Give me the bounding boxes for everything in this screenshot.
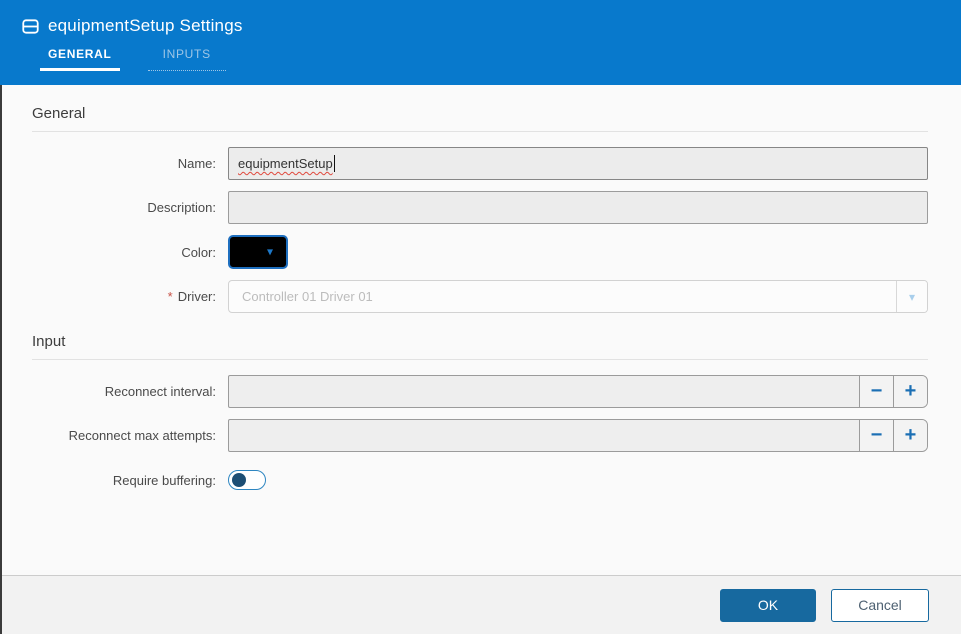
driver-value: Controller 01 Driver 01 <box>229 281 896 312</box>
dialog-header: equipmentSetup Settings GENERAL INPUTS <box>0 0 961 85</box>
require-buffering-row: Require buffering: <box>0 470 961 490</box>
ok-button[interactable]: OK <box>720 589 816 622</box>
color-swatch-button[interactable]: ▾ <box>228 235 288 269</box>
reconnect-max-attempts-increment-button[interactable]: + <box>893 420 927 451</box>
description-input[interactable] <box>228 191 928 224</box>
reconnect-max-attempts-row: Reconnect max attempts: − + <box>0 419 961 452</box>
tab-inputs[interactable]: INPUTS <box>148 47 226 71</box>
description-row: Description: <box>0 191 961 224</box>
section-heading-general: General <box>32 105 928 132</box>
color-label: Color: <box>0 245 216 260</box>
reconnect-interval-row: Reconnect interval: − + <box>0 375 961 408</box>
dialog-title: equipmentSetup Settings <box>48 16 243 36</box>
reconnect-interval-increment-button[interactable]: + <box>893 376 927 407</box>
driver-combobox[interactable]: Controller 01 Driver 01 ▾ <box>228 280 928 313</box>
require-buffering-toggle[interactable] <box>228 470 266 490</box>
minus-icon: − <box>871 424 883 447</box>
name-input-value: equipmentSetup <box>238 156 333 171</box>
reconnect-interval-input[interactable] <box>229 376 859 407</box>
driver-required-marker: * <box>168 289 173 304</box>
reconnect-interval-decrement-button[interactable]: − <box>859 376 893 407</box>
text-cursor <box>334 155 335 172</box>
name-label: Name: <box>0 156 216 171</box>
driver-row: * Driver: Controller 01 Driver 01 ▾ <box>0 280 961 313</box>
tab-bar: GENERAL INPUTS <box>40 47 961 71</box>
caret-down-icon: ▾ <box>267 245 273 257</box>
reconnect-max-attempts-decrement-button[interactable]: − <box>859 420 893 451</box>
caret-down-icon: ▾ <box>909 290 915 304</box>
background-app-edge <box>0 85 2 634</box>
reconnect-max-attempts-field: − + <box>228 419 928 452</box>
toggle-knob <box>232 473 246 487</box>
reconnect-max-attempts-label: Reconnect max attempts: <box>0 428 216 443</box>
cancel-button[interactable]: Cancel <box>831 589 929 622</box>
minus-icon: − <box>871 380 883 403</box>
equipment-icon <box>22 18 39 35</box>
require-buffering-label: Require buffering: <box>0 473 216 488</box>
plus-icon: + <box>905 424 917 447</box>
reconnect-interval-field: − + <box>228 375 928 408</box>
name-input[interactable]: equipmentSetup <box>228 147 928 180</box>
driver-label: Driver: <box>178 289 216 304</box>
name-row: Name: equipmentSetup <box>0 147 961 180</box>
color-row: Color: ▾ <box>0 235 961 269</box>
plus-icon: + <box>905 380 917 403</box>
dialog-footer: OK Cancel <box>0 575 961 634</box>
section-heading-input: Input <box>32 333 928 360</box>
tab-general[interactable]: GENERAL <box>40 47 120 71</box>
reconnect-interval-label: Reconnect interval: <box>0 384 216 399</box>
driver-dropdown-button[interactable]: ▾ <box>896 281 927 312</box>
reconnect-max-attempts-input[interactable] <box>229 420 859 451</box>
description-label: Description: <box>0 200 216 215</box>
equipment-settings-dialog: equipmentSetup Settings GENERAL INPUTS G… <box>0 0 961 634</box>
